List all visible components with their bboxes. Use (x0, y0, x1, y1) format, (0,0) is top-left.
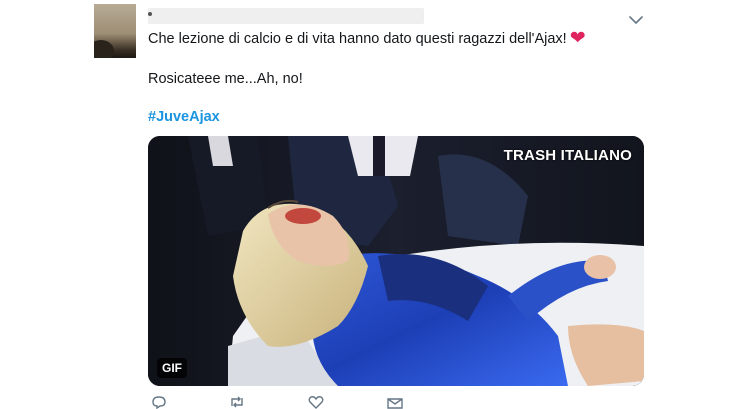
media-watermark: TRASH ITALIANO (503, 147, 632, 164)
share-icon[interactable] (386, 395, 404, 409)
heart-icon[interactable] (307, 395, 325, 409)
author-name-redacted (148, 8, 424, 24)
gif-media[interactable]: TRASH ITALIANO GIF (148, 136, 644, 386)
gif-badge: GIF (157, 358, 187, 378)
retweet-icon[interactable] (228, 395, 246, 409)
author-name-mark (148, 12, 152, 16)
tweet-text: Che lezione di calcio e di vita hanno da… (148, 31, 567, 47)
chevron-down-icon[interactable] (628, 12, 644, 28)
heart-emoji: ❤ (569, 28, 586, 49)
avatar[interactable] (94, 4, 136, 58)
tweet-card: Che lezione di calcio e di vita hanno da… (0, 0, 736, 409)
gif-frame-image (148, 136, 644, 386)
tweet-actions (150, 395, 410, 409)
hashtag-link[interactable]: #JuveAjax (148, 108, 220, 126)
tweet-text-line1: Che lezione di calcio e di vita hanno da… (148, 29, 586, 48)
reply-icon[interactable] (150, 395, 168, 409)
tweet-text-line2: Rosicateee me...Ah, no! (148, 71, 303, 87)
